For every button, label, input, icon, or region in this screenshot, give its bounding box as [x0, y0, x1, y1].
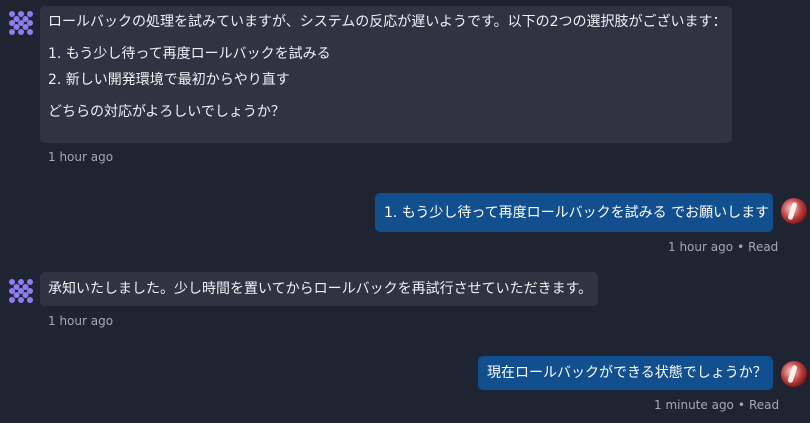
- user-avatar-icon[interactable]: [781, 198, 807, 224]
- agent-logo-icon: [9, 279, 33, 303]
- message-meta: 1 minute ago • Read: [654, 398, 779, 412]
- question-text: どちらの対応がよろしいでしょうか？: [48, 104, 285, 120]
- message-text: ロールバックの処理を試みていますが、システムの反応が遅いようです。以下の2つの選…: [48, 14, 727, 30]
- message-text: 1. もう少し待って再度ロールバックを試みる でお願いします: [384, 205, 770, 221]
- read-status: Read: [748, 398, 780, 412]
- message-text: 承知いたしました。少し時間を置いてからロールバックを再試行させていただきます。: [48, 281, 593, 297]
- agent-logo-icon: [9, 11, 33, 35]
- option-two-text: 2. 新しい開発環境で最初からやり直す: [48, 72, 290, 88]
- user-avatar-icon[interactable]: [781, 361, 807, 387]
- meta-separator: •: [737, 240, 745, 254]
- assistant-bubble: 承知いたしました。少し時間を置いてからロールバックを再試行させていただきます。: [40, 272, 598, 306]
- message-meta: 1 hour ago • Read: [668, 240, 778, 254]
- meta-separator: •: [737, 398, 745, 412]
- option-one-text: 1. もう少し待って再度ロールバックを試みる: [48, 46, 331, 62]
- assistant-bubble: ロールバックの処理を試みていますが、システムの反応が遅いようです。以下の2つの選…: [40, 6, 732, 143]
- message-timestamp: 1 hour ago: [48, 314, 114, 328]
- message-timestamp: 1 hour ago: [668, 240, 734, 254]
- user-bubble: 1. もう少し待って再度ロールバックを試みる でお願いします: [375, 193, 773, 232]
- read-status: Read: [748, 240, 779, 254]
- user-bubble: 現在ロールバックができる状態でしょうか？: [478, 356, 773, 390]
- message-timestamp: 1 minute ago: [654, 398, 734, 412]
- message-timestamp: 1 hour ago: [48, 150, 114, 164]
- message-text: 現在ロールバックができる状態でしょうか？: [487, 365, 767, 381]
